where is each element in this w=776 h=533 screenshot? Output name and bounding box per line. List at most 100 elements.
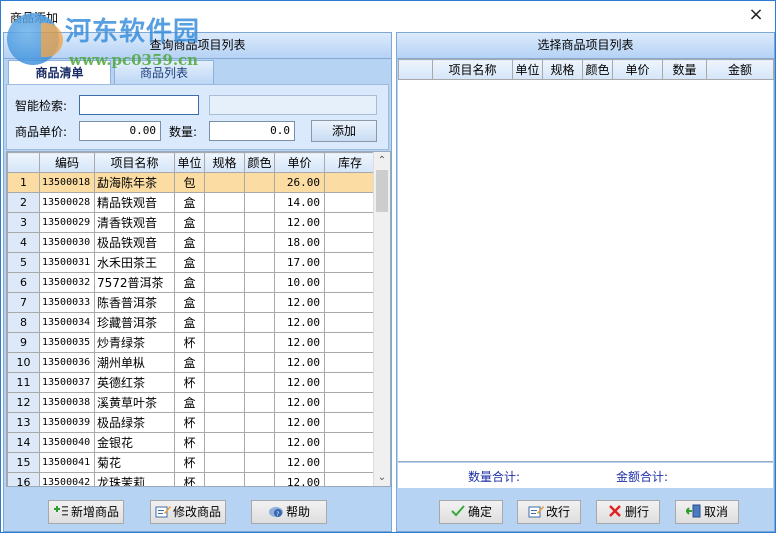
table-row[interactable]: 3 13500029 清香铁观音盒 12.00 [7, 212, 376, 233]
product-color-cell[interactable] [244, 232, 275, 253]
product-stock-cell[interactable] [324, 392, 376, 413]
product-price-cell[interactable]: 12.00 [274, 372, 325, 393]
product-stock-cell[interactable] [324, 212, 376, 233]
product-name-cell[interactable]: 金银花 [94, 432, 175, 453]
scroll-down-icon[interactable]: ⌄ [374, 469, 390, 486]
row-number-cell[interactable]: 3 [7, 212, 40, 233]
product-color-cell[interactable] [244, 392, 275, 413]
product-name-cell[interactable]: 溪黄草叶茶 [94, 392, 175, 413]
product-code-cell[interactable]: 13500032 [39, 272, 95, 293]
product-unit-cell[interactable]: 杯 [174, 432, 205, 453]
table-row[interactable]: 7 13500033 陈香普洱茶盒 12.00 [7, 292, 376, 313]
delete-row-button[interactable]: 删行 [596, 500, 660, 524]
col-header-price[interactable]: 单价 [612, 59, 663, 80]
product-color-cell[interactable] [244, 272, 275, 293]
scroll-up-icon[interactable]: ⌃ [374, 152, 390, 169]
product-spec-cell[interactable] [204, 232, 245, 253]
product-price-cell[interactable]: 12.00 [274, 312, 325, 333]
product-stock-cell[interactable] [324, 252, 376, 273]
row-number-cell[interactable]: 13 [7, 412, 40, 433]
table-row[interactable]: 9 13500035 炒青绿茶杯 12.00 [7, 332, 376, 353]
product-price-cell[interactable]: 14.00 [274, 192, 325, 213]
table-row[interactable]: 11 13500037 英德红茶杯 12.00 [7, 372, 376, 393]
row-number-cell[interactable]: 14 [7, 432, 40, 453]
product-code-cell[interactable]: 13500039 [39, 412, 95, 433]
product-stock-cell[interactable] [324, 452, 376, 473]
product-code-cell[interactable]: 13500042 [39, 472, 95, 486]
product-code-cell[interactable]: 13500030 [39, 232, 95, 253]
product-code-cell[interactable]: 13500035 [39, 332, 95, 353]
product-name-cell[interactable]: 菊花 [94, 452, 175, 473]
product-stock-cell[interactable] [324, 272, 376, 293]
product-price-cell[interactable]: 12.00 [274, 412, 325, 433]
product-spec-cell[interactable] [204, 252, 245, 273]
col-header-color[interactable]: 颜色 [244, 152, 275, 173]
col-header-amount[interactable]: 金额 [706, 59, 774, 80]
col-header-unit[interactable]: 单位 [512, 59, 543, 80]
table-row[interactable]: 13 13500039 极品绿茶杯 12.00 [7, 412, 376, 433]
row-number-cell[interactable]: 16 [7, 472, 40, 486]
product-name-cell[interactable]: 英德红茶 [94, 372, 175, 393]
col-header-spec[interactable]: 规格 [204, 152, 245, 173]
product-price-cell[interactable]: 12.00 [274, 432, 325, 453]
product-name-cell[interactable]: 龙珠茉莉 [94, 472, 175, 486]
row-number-cell[interactable]: 4 [7, 232, 40, 253]
product-unit-cell[interactable]: 盒 [174, 212, 205, 233]
product-color-cell[interactable] [244, 352, 275, 373]
product-unit-cell[interactable]: 杯 [174, 452, 205, 473]
product-unit-cell[interactable]: 杯 [174, 372, 205, 393]
col-header-spec[interactable]: 规格 [542, 59, 583, 80]
product-name-cell[interactable]: 水禾田茶王 [94, 252, 175, 273]
row-number-cell[interactable]: 2 [7, 192, 40, 213]
product-code-cell[interactable]: 13500018 [39, 172, 95, 193]
product-spec-cell[interactable] [204, 412, 245, 433]
product-spec-cell[interactable] [204, 472, 245, 486]
add-button[interactable]: 添加 [311, 120, 377, 142]
product-name-cell[interactable]: 勐海陈年茶 [94, 172, 175, 193]
product-name-cell[interactable]: 极品铁观音 [94, 232, 175, 253]
table-row[interactable]: 15 13500041 菊花杯 12.00 [7, 452, 376, 473]
product-unit-cell[interactable]: 盒 [174, 352, 205, 373]
product-stock-cell[interactable] [324, 292, 376, 313]
product-color-cell[interactable] [244, 212, 275, 233]
table-row[interactable]: 8 13500034 珍藏普洱茶盒 12.00 [7, 312, 376, 333]
col-header-price[interactable]: 单价 [274, 152, 325, 173]
product-price-cell[interactable]: 12.00 [274, 212, 325, 233]
product-price-cell[interactable]: 12.00 [274, 352, 325, 373]
product-code-cell[interactable]: 13500033 [39, 292, 95, 313]
product-color-cell[interactable] [244, 412, 275, 433]
col-header-code[interactable]: 编码 [39, 152, 95, 173]
product-code-cell[interactable]: 13500037 [39, 372, 95, 393]
scrollbar-thumb[interactable] [376, 170, 388, 212]
product-code-cell[interactable]: 13500029 [39, 212, 95, 233]
product-name-cell[interactable]: 极品绿茶 [94, 412, 175, 433]
product-color-cell[interactable] [244, 372, 275, 393]
product-unit-cell[interactable]: 盒 [174, 392, 205, 413]
product-code-cell[interactable]: 13500028 [39, 192, 95, 213]
product-color-cell[interactable] [244, 292, 275, 313]
product-color-cell[interactable] [244, 252, 275, 273]
product-unit-cell[interactable]: 杯 [174, 332, 205, 353]
row-number-cell[interactable]: 9 [7, 332, 40, 353]
product-stock-cell[interactable] [324, 332, 376, 353]
product-stock-cell[interactable] [324, 312, 376, 333]
product-unit-cell[interactable]: 杯 [174, 412, 205, 433]
product-code-cell[interactable]: 13500036 [39, 352, 95, 373]
row-number-cell[interactable]: 12 [7, 392, 40, 413]
product-name-cell[interactable]: 陈香普洱茶 [94, 292, 175, 313]
product-price-cell[interactable]: 10.00 [274, 272, 325, 293]
edit-product-button[interactable]: 修改商品 [150, 500, 226, 524]
product-code-cell[interactable]: 13500038 [39, 392, 95, 413]
product-spec-cell[interactable] [204, 352, 245, 373]
product-code-cell[interactable]: 13500040 [39, 432, 95, 453]
product-name-cell[interactable]: 精品铁观音 [94, 192, 175, 213]
product-unit-cell[interactable]: 盒 [174, 292, 205, 313]
product-spec-cell[interactable] [204, 432, 245, 453]
row-number-cell[interactable]: 11 [7, 372, 40, 393]
edit-row-button[interactable]: 改行 [517, 500, 581, 524]
product-spec-cell[interactable] [204, 292, 245, 313]
unit-price-input[interactable]: 0.00 [79, 121, 161, 141]
table-row[interactable]: 10 13500036 潮州单枞盒 12.00 [7, 352, 376, 373]
product-unit-cell[interactable]: 盒 [174, 252, 205, 273]
col-header-color[interactable]: 颜色 [582, 59, 613, 80]
